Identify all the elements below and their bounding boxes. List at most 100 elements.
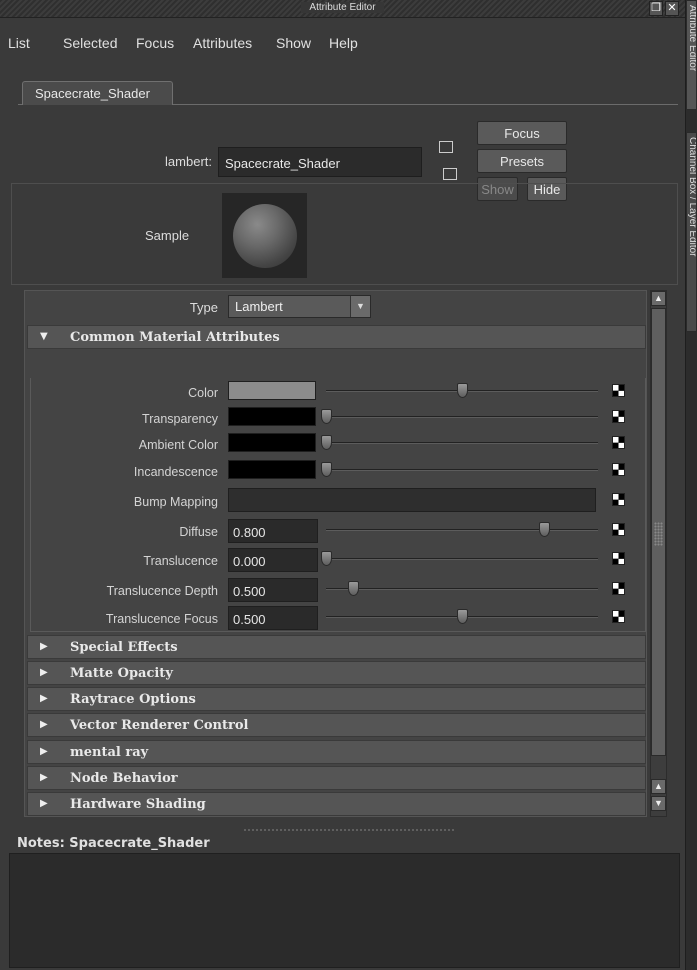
chevron-down-icon: ▼	[40, 331, 48, 342]
notes-label: Notes: Spacecrate_Shader	[17, 836, 210, 851]
chevron-right-icon: ▶	[40, 798, 48, 809]
chevron-right-icon: ▶	[40, 772, 48, 783]
attr-row-translucence-focus: Translucence Focus 0.500	[27, 605, 646, 631]
notes-resize-handle[interactable]	[243, 828, 455, 832]
map-texture-icon[interactable]	[612, 436, 625, 449]
map-texture-icon[interactable]	[612, 582, 625, 595]
scroll-up-icon[interactable]: ▲	[651, 779, 666, 794]
section-hardware-shading[interactable]: ▶ Hardware Shading	[27, 792, 646, 816]
sample-label: Sample	[145, 228, 190, 243]
color-swatch[interactable]	[228, 407, 316, 426]
attr-row-transparency: Transparency	[27, 405, 646, 431]
attr-label: Bump Mapping	[133, 495, 218, 509]
slider-track[interactable]	[326, 442, 598, 444]
map-texture-icon[interactable]	[612, 410, 625, 423]
attr-label: Ambient Color	[138, 438, 218, 452]
attr-row-incandescence: Incandescence	[27, 458, 646, 484]
chevron-right-icon: ▶	[40, 667, 48, 678]
map-texture-icon[interactable]	[612, 523, 625, 536]
color-swatch[interactable]	[228, 460, 316, 479]
menu-help[interactable]: Help	[329, 35, 358, 51]
type-label: Type	[189, 300, 218, 315]
attr-label: Diffuse	[179, 525, 218, 539]
attr-row-diffuse: Diffuse 0.800	[27, 518, 646, 544]
menu-list[interactable]: List	[8, 35, 30, 51]
node-name-field[interactable]: Spacecrate_Shader	[218, 147, 422, 177]
number-field[interactable]: 0.800	[228, 519, 318, 543]
tab-attribute-editor[interactable]: Attribute Editor	[686, 0, 697, 110]
close-icon[interactable]: ✕	[665, 1, 679, 16]
restore-icon[interactable]: ❐	[649, 1, 663, 16]
color-swatch[interactable]	[228, 381, 316, 400]
chevron-right-icon: ▶	[40, 693, 48, 704]
menu-attributes[interactable]: Attributes	[193, 35, 252, 51]
notes-textarea[interactable]	[9, 853, 680, 968]
scroll-down-icon[interactable]: ▼	[651, 796, 666, 811]
section-node-behavior[interactable]: ▶ Node Behavior	[27, 766, 646, 790]
slider-thumb[interactable]	[321, 435, 332, 450]
attr-label: Translucence Focus	[105, 612, 218, 626]
tab-channel-box-layer-editor[interactable]: Channel Box / Layer Editor	[686, 132, 697, 332]
map-texture-icon[interactable]	[612, 463, 625, 476]
map-texture-icon[interactable]	[612, 384, 625, 397]
attr-label: Color	[188, 386, 218, 400]
chevron-right-icon: ▶	[40, 641, 48, 652]
chevron-down-icon: ▼	[350, 296, 370, 317]
type-dropdown-value: Lambert	[235, 299, 283, 314]
menu-selected[interactable]: Selected	[63, 35, 117, 51]
attr-row-color: Color	[27, 379, 646, 405]
slider-track[interactable]	[326, 588, 598, 590]
menu-show[interactable]: Show	[276, 35, 311, 51]
slider-thumb[interactable]	[321, 409, 332, 424]
section-raytrace-options[interactable]: ▶ Raytrace Options	[27, 687, 646, 711]
attr-row-bump-mapping: Bump Mapping	[27, 488, 646, 514]
tab-panel-border	[18, 104, 678, 114]
window-title: Attribute Editor	[301, 2, 384, 13]
slider-thumb[interactable]	[321, 551, 332, 566]
bump-map-field[interactable]	[228, 488, 596, 512]
number-field[interactable]: 0.000	[228, 548, 318, 572]
menu-focus[interactable]: Focus	[136, 35, 174, 51]
sample-panel	[11, 183, 678, 285]
map-texture-icon[interactable]	[612, 552, 625, 565]
tab-spacecrate-shader[interactable]: Spacecrate_Shader	[22, 81, 173, 105]
output-connection-icon[interactable]	[443, 168, 457, 180]
attr-label: Transparency	[142, 412, 218, 426]
slider-track[interactable]	[326, 469, 598, 471]
slider-track[interactable]	[326, 416, 598, 418]
section-matte-opacity[interactable]: ▶ Matte Opacity	[27, 661, 646, 685]
attr-row-translucence-depth: Translucence Depth 0.500	[27, 577, 646, 603]
attr-label: Translucence	[143, 554, 218, 568]
section-vector-renderer-control[interactable]: ▶ Vector Renderer Control	[27, 713, 646, 737]
focus-button[interactable]: Focus	[477, 121, 567, 145]
slider-track[interactable]	[326, 558, 598, 560]
slider-thumb[interactable]	[457, 609, 468, 624]
color-swatch[interactable]	[228, 433, 316, 452]
title-bar: Attribute Editor ❐ ✕	[0, 0, 685, 18]
section-common-material-attributes[interactable]: ▼ Common Material Attributes	[27, 325, 646, 349]
slider-thumb[interactable]	[321, 462, 332, 477]
attr-label: Translucence Depth	[106, 584, 218, 598]
map-texture-icon[interactable]	[612, 493, 625, 506]
attr-row-translucence: Translucence 0.000	[27, 547, 646, 573]
section-special-effects[interactable]: ▶ Special Effects	[27, 635, 646, 659]
map-texture-icon[interactable]	[612, 610, 625, 623]
sample-swatch	[222, 193, 307, 278]
slider-thumb[interactable]	[538, 522, 550, 537]
chevron-right-icon: ▶	[40, 746, 48, 757]
sample-sphere	[233, 204, 297, 268]
slider-thumb[interactable]	[457, 383, 468, 398]
input-connection-icon[interactable]	[439, 141, 453, 153]
presets-button[interactable]: Presets	[477, 149, 567, 173]
chevron-right-icon: ▶	[40, 719, 48, 730]
slider-thumb[interactable]	[348, 581, 360, 596]
attr-label: Incandescence	[133, 465, 218, 479]
type-dropdown[interactable]: Lambert ▼	[228, 295, 371, 318]
number-field[interactable]: 0.500	[228, 578, 318, 602]
node-type-label: lambert:	[165, 154, 212, 169]
number-field[interactable]: 0.500	[228, 606, 318, 630]
slider-track[interactable]	[326, 529, 598, 531]
scrollbar-grip	[654, 522, 663, 546]
scroll-up-icon[interactable]: ▲	[651, 291, 666, 306]
section-mental-ray[interactable]: ▶ mental ray	[27, 740, 646, 764]
